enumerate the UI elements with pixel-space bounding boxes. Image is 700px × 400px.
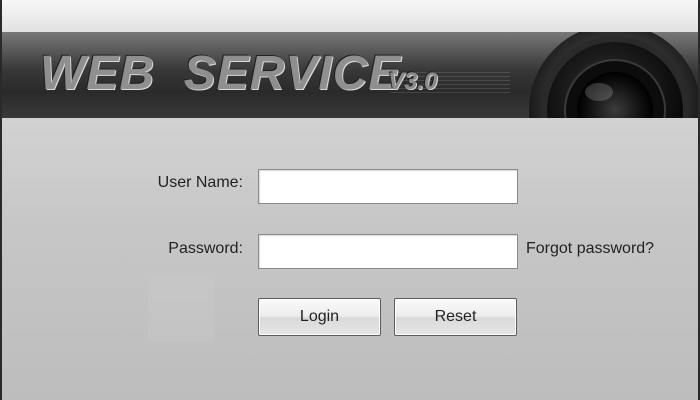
header-banner: WEB SERVICE V3.0 bbox=[0, 32, 700, 118]
username-label: User Name: bbox=[157, 174, 243, 191]
reset-button[interactable]: Reset bbox=[394, 298, 517, 336]
brand-title: WEB SERVICE bbox=[40, 47, 402, 100]
forgot-password-link[interactable]: Forgot password? bbox=[526, 240, 654, 258]
login-button[interactable]: Login bbox=[258, 298, 381, 336]
brand-version: V3.0 bbox=[388, 68, 438, 95]
password-input[interactable] bbox=[258, 234, 518, 269]
username-input[interactable] bbox=[258, 169, 518, 204]
faded-watermark bbox=[148, 278, 214, 342]
login-window: WEB SERVICE V3.0 User Name: Password: Fo… bbox=[0, 0, 700, 400]
password-label: Password: bbox=[168, 240, 243, 257]
window-top-strip bbox=[0, 0, 700, 33]
camera-lens-icon bbox=[529, 32, 700, 118]
login-form: User Name: Password: Forgot password? Lo… bbox=[0, 118, 700, 400]
